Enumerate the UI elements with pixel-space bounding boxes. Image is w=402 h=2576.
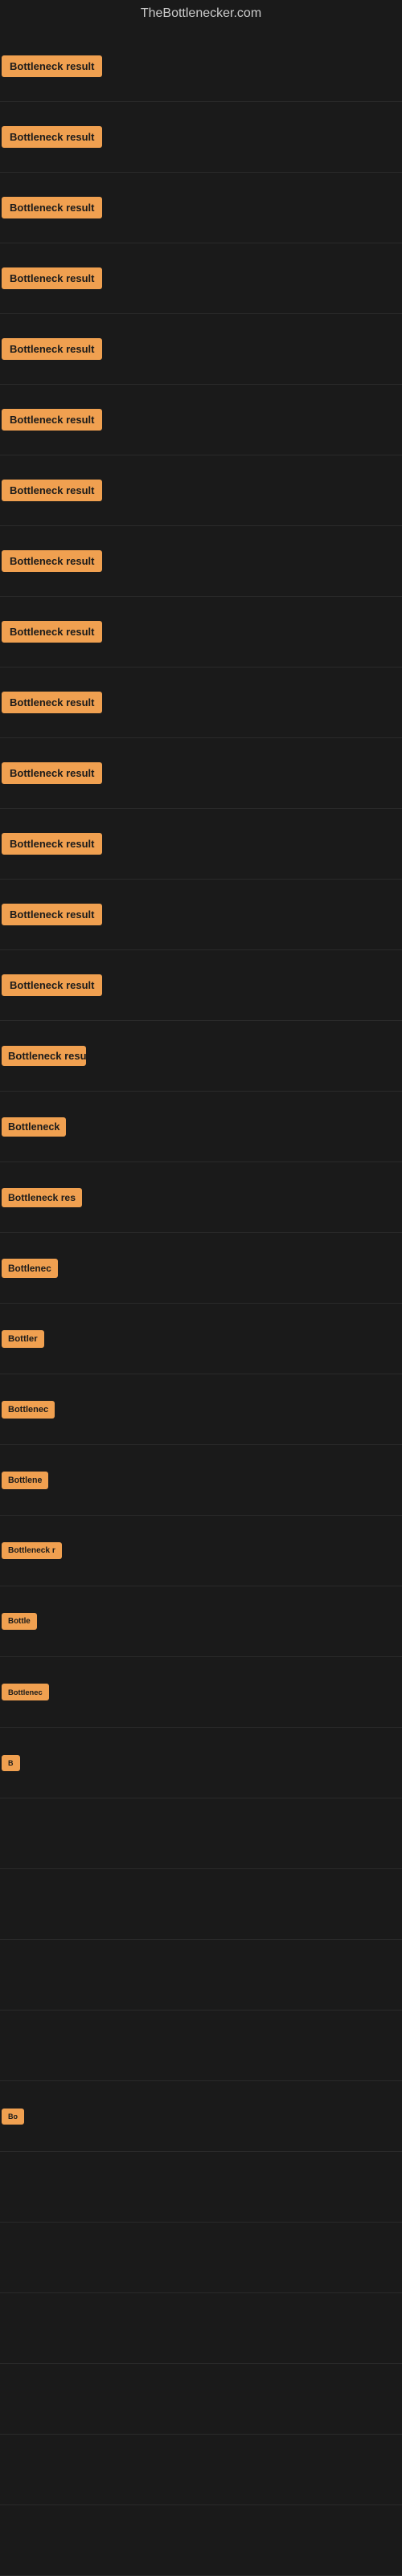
bottleneck-badge: B <box>2 1755 20 1771</box>
list-item[interactable] <box>0 2293 402 2364</box>
bottleneck-badge: Bottleneck result <box>2 480 102 501</box>
list-item[interactable]: Bottleneck result <box>0 526 402 597</box>
list-item[interactable]: Bottleneck result <box>0 385 402 455</box>
site-header: TheBottlenecker.com <box>0 0 402 27</box>
items-container: Bottleneck result Bottleneck result Bottle… <box>0 27 402 2576</box>
list-item[interactable]: Bottleneck result <box>0 173 402 243</box>
list-item[interactable]: Bo <box>0 2081 402 2152</box>
list-item[interactable]: Bottlenec <box>0 1233 402 1304</box>
list-item[interactable]: Bottleneck result <box>0 667 402 738</box>
list-item[interactable] <box>0 2011 402 2081</box>
list-item[interactable] <box>0 2223 402 2293</box>
bottleneck-badge: Bottleneck res <box>2 1188 82 1207</box>
list-item[interactable] <box>0 2364 402 2435</box>
list-item[interactable] <box>0 2505 402 2576</box>
bottleneck-badge: Bottlenec <box>2 1259 58 1278</box>
bottleneck-badge: Bottleneck result <box>2 974 102 996</box>
list-item[interactable]: Bottleneck result <box>0 738 402 809</box>
bottleneck-badge: Bottleneck result <box>2 267 102 289</box>
list-item[interactable]: Bottleneck result <box>0 597 402 667</box>
list-item[interactable]: Bottle <box>0 1586 402 1657</box>
list-item[interactable]: Bottlenec <box>0 1657 402 1728</box>
list-item[interactable]: Bottleneck result <box>0 880 402 950</box>
list-item[interactable] <box>0 1869 402 1940</box>
list-item[interactable] <box>0 1940 402 2011</box>
bottleneck-badge: Bottlenec <box>2 1401 55 1419</box>
list-item[interactable]: Bottleneck resu <box>0 1021 402 1092</box>
list-item[interactable]: Bottleneck result <box>0 102 402 173</box>
list-item[interactable]: Bottleneck result <box>0 950 402 1021</box>
bottleneck-badge: Bottleneck result <box>2 762 102 784</box>
list-item[interactable]: Bottleneck result <box>0 314 402 385</box>
bottleneck-badge: Bottleneck result <box>2 409 102 431</box>
bottleneck-badge: Bottle <box>2 1613 37 1630</box>
bottleneck-badge: Bottleneck result <box>2 833 102 855</box>
bottleneck-badge: Bo <box>2 2109 24 2125</box>
bottleneck-badge: Bottleneck result <box>2 621 102 643</box>
bottleneck-badge: Bottleneck result <box>2 904 102 925</box>
bottleneck-badge: Bottleneck r <box>2 1542 62 1559</box>
bottleneck-badge: Bottler <box>2 1330 44 1348</box>
bottleneck-badge: Bottleneck result <box>2 692 102 713</box>
bottleneck-badge: Bottleneck result <box>2 338 102 360</box>
list-item[interactable]: Bottleneck <box>0 1092 402 1162</box>
list-item[interactable]: Bottleneck result <box>0 455 402 526</box>
list-item[interactable]: Bottleneck result <box>0 243 402 314</box>
site-title: TheBottlenecker.com <box>0 0 402 27</box>
list-item[interactable] <box>0 2435 402 2505</box>
list-item[interactable]: B <box>0 1728 402 1798</box>
bottleneck-badge: Bottlenec <box>2 1684 49 1700</box>
bottleneck-badge: Bottleneck result <box>2 126 102 148</box>
list-item[interactable] <box>0 1798 402 1869</box>
list-item[interactable]: Bottleneck r <box>0 1516 402 1586</box>
list-item[interactable]: Bottleneck res <box>0 1162 402 1233</box>
bottleneck-badge: Bottleneck result <box>2 550 102 572</box>
bottleneck-badge: Bottleneck <box>2 1117 66 1137</box>
list-item[interactable]: Bottler <box>0 1304 402 1374</box>
bottleneck-badge: Bottlene <box>2 1472 48 1489</box>
bottleneck-badge: Bottleneck result <box>2 55 102 77</box>
list-item[interactable]: Bottlenec <box>0 1374 402 1445</box>
bottleneck-badge: Bottleneck result <box>2 197 102 218</box>
list-item[interactable]: Bottleneck result <box>0 31 402 102</box>
bottleneck-badge: Bottleneck resu <box>2 1046 86 1066</box>
list-item[interactable]: Bottlene <box>0 1445 402 1516</box>
list-item[interactable] <box>0 2152 402 2223</box>
list-item[interactable]: Bottleneck result <box>0 809 402 880</box>
